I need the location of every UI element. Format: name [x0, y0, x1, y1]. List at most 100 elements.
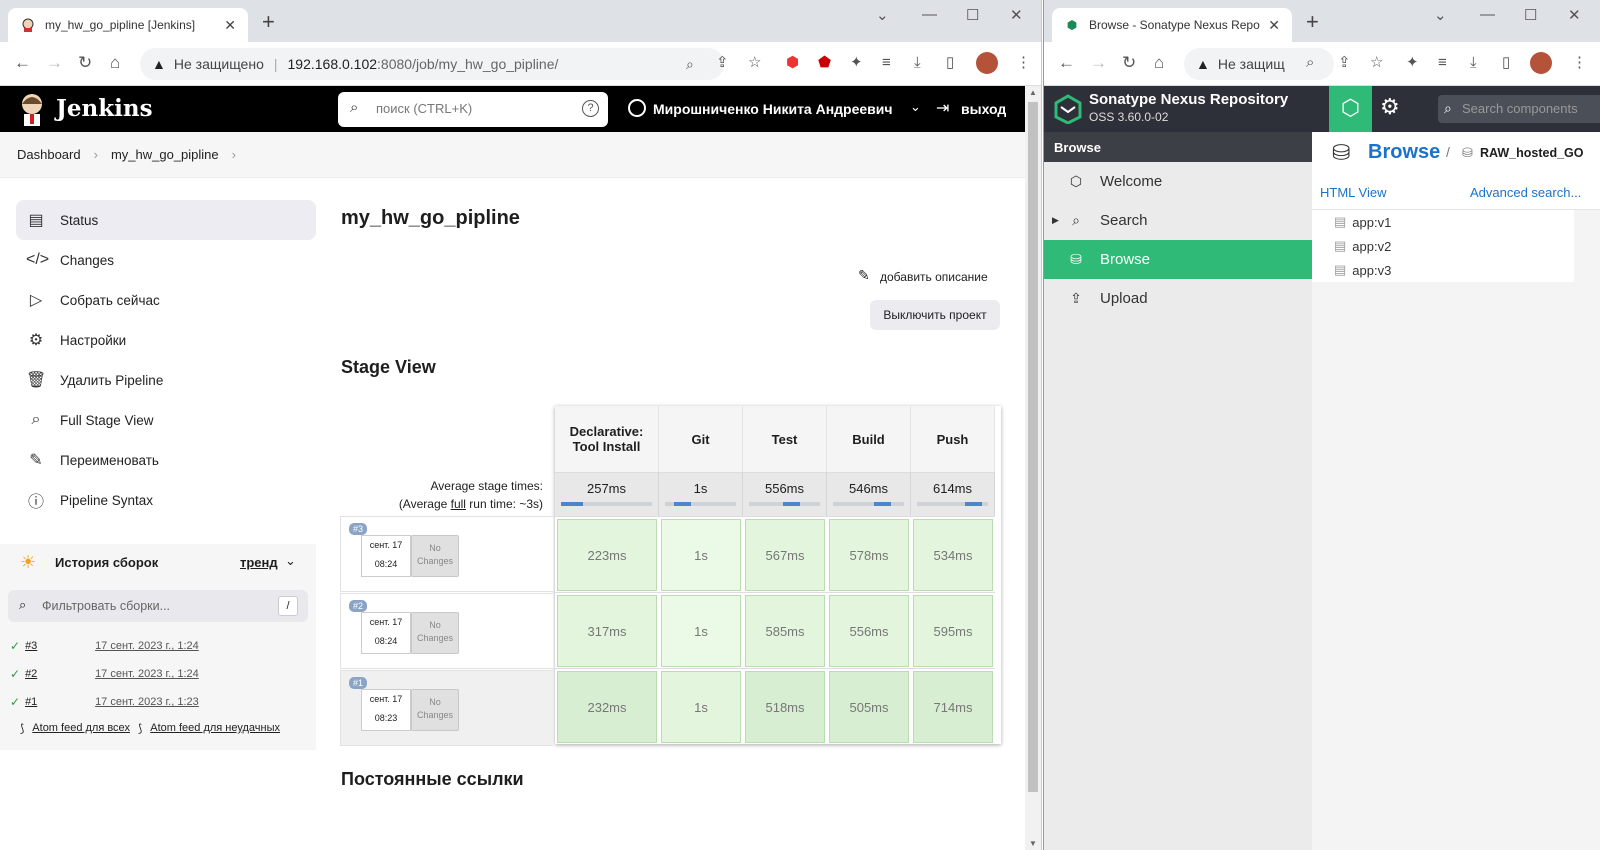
tree-node[interactable]: ▤ app:v3: [1312, 258, 1574, 282]
build-number-link[interactable]: #2: [25, 668, 95, 680]
nav-item-search[interactable]: ▶ ⌕ Search: [1044, 201, 1312, 240]
build-date-link[interactable]: 17 сент. 2023 г., 1:24: [95, 640, 199, 652]
close-window-icon[interactable]: ✕: [1568, 6, 1581, 24]
user-icon[interactable]: [628, 99, 646, 117]
stage-cell[interactable]: 232ms: [555, 668, 659, 744]
nexus-search-input[interactable]: ⌕ Search components: [1438, 95, 1600, 123]
browser-menu-icon[interactable]: ⋮: [1572, 55, 1587, 71]
extensions-icon[interactable]: ✦: [850, 55, 863, 71]
run-label[interactable]: #2 сент. 17 08:24 No Changes: [340, 593, 553, 669]
run-label[interactable]: #3 сент. 17 08:24 No Changes: [340, 516, 553, 592]
profile-avatar[interactable]: [1530, 52, 1552, 74]
scrollbar-thumb[interactable]: [1028, 102, 1038, 792]
tree-node[interactable]: ▤ app:v2: [1312, 234, 1574, 258]
browse-title[interactable]: Browse: [1368, 141, 1440, 164]
user-menu-chevron-icon[interactable]: ⌄: [910, 99, 921, 115]
sidebar-item-changes[interactable]: </> Changes: [16, 240, 316, 280]
expand-arrow-icon[interactable]: ▶: [1052, 215, 1059, 226]
add-description-link[interactable]: добавить описание: [880, 270, 988, 284]
nav-item-upload[interactable]: ⇪ Upload: [1044, 279, 1312, 318]
share-icon[interactable]: ⇪: [716, 55, 729, 71]
home-icon[interactable]: ⌂: [1154, 54, 1164, 72]
scroll-up-icon[interactable]: ▲: [1029, 88, 1037, 97]
sidebar-item-status[interactable]: ▤ Status: [16, 200, 316, 240]
nav-item-welcome[interactable]: ⬡ Welcome: [1044, 162, 1312, 201]
build-row[interactable]: ✓ #3 17 сент. 2023 г., 1:24: [0, 632, 316, 660]
sidebar-item-delete[interactable]: 🗑 Удалить Pipeline: [16, 360, 316, 400]
stage-cell[interactable]: 585ms: [743, 592, 827, 668]
stage-cell[interactable]: 556ms: [827, 592, 911, 668]
bookmark-star-icon[interactable]: ☆: [1370, 55, 1383, 71]
forward-icon[interactable]: →: [46, 54, 63, 72]
trend-chevron-icon[interactable]: ⌄: [285, 553, 296, 569]
extensions-icon[interactable]: ✦: [1406, 55, 1419, 71]
stage-cell[interactable]: 1s: [659, 668, 743, 744]
build-row[interactable]: ✓ #1 17 сент. 2023 г., 1:23: [0, 688, 316, 716]
new-tab-icon[interactable]: +: [1306, 11, 1319, 33]
profile-avatar[interactable]: [976, 52, 998, 74]
build-number-link[interactable]: #1: [25, 696, 95, 708]
stage-cell[interactable]: 567ms: [743, 516, 827, 592]
tab-search-icon[interactable]: ⌄: [1434, 6, 1447, 24]
browser-menu-icon[interactable]: ⋮: [1016, 55, 1031, 71]
stage-cell[interactable]: 505ms: [827, 668, 911, 744]
adblock-icon[interactable]: ⬢: [786, 55, 799, 71]
html-view-link[interactable]: HTML View: [1320, 185, 1386, 200]
sidepanel-icon[interactable]: ▯: [946, 55, 954, 71]
breadcrumb-dashboard[interactable]: Dashboard: [17, 147, 81, 162]
bookmark-star-icon[interactable]: ☆: [748, 55, 761, 71]
atom-feed-failed-link[interactable]: Atom feed для неудачных: [150, 722, 280, 735]
sidebar-item-full-stage-view[interactable]: ⌕ Full Stage View: [16, 400, 316, 440]
reading-list-icon[interactable]: ≡: [1438, 55, 1447, 71]
stage-cell[interactable]: 578ms: [827, 516, 911, 592]
build-date-link[interactable]: 17 сент. 2023 г., 1:23: [95, 696, 199, 708]
jenkins-search-box[interactable]: ⌕ поиск (CTRL+K) ?: [338, 92, 608, 127]
reading-list-icon[interactable]: ≡: [882, 55, 891, 71]
atom-feed-all-link[interactable]: Atom feed для всех: [32, 722, 130, 735]
trend-link[interactable]: тренд: [240, 555, 278, 570]
sidebar-item-pipeline-syntax[interactable]: ⓘ Pipeline Syntax: [16, 480, 316, 520]
search-help-icon[interactable]: ?: [582, 100, 599, 117]
minimize-icon[interactable]: —: [922, 6, 937, 23]
stage-cell[interactable]: 714ms: [911, 668, 995, 744]
back-icon[interactable]: ←: [1058, 54, 1075, 72]
maximize-icon[interactable]: ☐: [966, 6, 979, 24]
build-row[interactable]: ✓ #2 17 сент. 2023 г., 1:24: [0, 660, 316, 688]
breadcrumb-job[interactable]: my_hw_go_pipline: [111, 147, 219, 162]
nav-item-browse[interactable]: ⛁ Browse: [1044, 240, 1312, 279]
nexus-logo-icon[interactable]: [1054, 94, 1082, 125]
stage-cell[interactable]: 1s: [659, 516, 743, 592]
logout-link[interactable]: выход: [961, 101, 1006, 117]
download-icon[interactable]: ⤓: [1470, 55, 1477, 71]
admin-gear-icon[interactable]: ⚙: [1380, 94, 1400, 120]
scroll-down-icon[interactable]: ▼: [1029, 839, 1037, 848]
browser-tab-jenkins[interactable]: my_hw_go_pipline [Jenkins] ✕: [8, 8, 248, 42]
edit-description-icon[interactable]: ✎: [858, 267, 870, 284]
home-icon[interactable]: ⌂: [110, 54, 120, 72]
url-field[interactable]: ▲ Не защищено | 192.168.0.102 :8080/job/…: [140, 48, 724, 80]
browser-tab-nexus[interactable]: ⬢ Browse - Sonatype Nexus Reposi ✕: [1052, 8, 1292, 42]
logout-icon[interactable]: ⇥: [936, 98, 949, 118]
stage-cell[interactable]: 595ms: [911, 592, 995, 668]
build-date-link[interactable]: 17 сент. 2023 г., 1:24: [95, 668, 199, 680]
stage-cell[interactable]: 518ms: [743, 668, 827, 744]
run-badge[interactable]: #1: [349, 677, 368, 689]
run-badge[interactable]: #3: [349, 523, 368, 535]
maximize-icon[interactable]: ☐: [1524, 6, 1537, 24]
sidebar-item-rename[interactable]: ✎ Переименовать: [16, 440, 316, 480]
run-badge[interactable]: #2: [349, 600, 368, 612]
jenkins-brand[interactable]: Jenkins: [56, 95, 153, 122]
disable-project-button[interactable]: Выключить проект: [870, 300, 1000, 330]
stage-cell[interactable]: 223ms: [555, 516, 659, 592]
forward-icon[interactable]: →: [1090, 54, 1107, 72]
build-number-link[interactable]: #3: [25, 640, 95, 652]
sidebar-item-build-now[interactable]: ▷ Собрать сейчас: [16, 280, 316, 320]
zoom-icon[interactable]: ⌕: [686, 56, 694, 73]
download-icon[interactable]: ⤓: [914, 55, 921, 71]
close-tab-icon[interactable]: ✕: [224, 17, 236, 34]
user-name[interactable]: Мирошниченко Никита Андреевич: [653, 101, 893, 117]
back-icon[interactable]: ←: [14, 54, 31, 72]
browse-mode-button[interactable]: ⬡: [1329, 86, 1372, 132]
advanced-search-link[interactable]: Advanced search...: [1470, 185, 1581, 200]
tab-search-icon[interactable]: ⌄: [876, 6, 889, 24]
